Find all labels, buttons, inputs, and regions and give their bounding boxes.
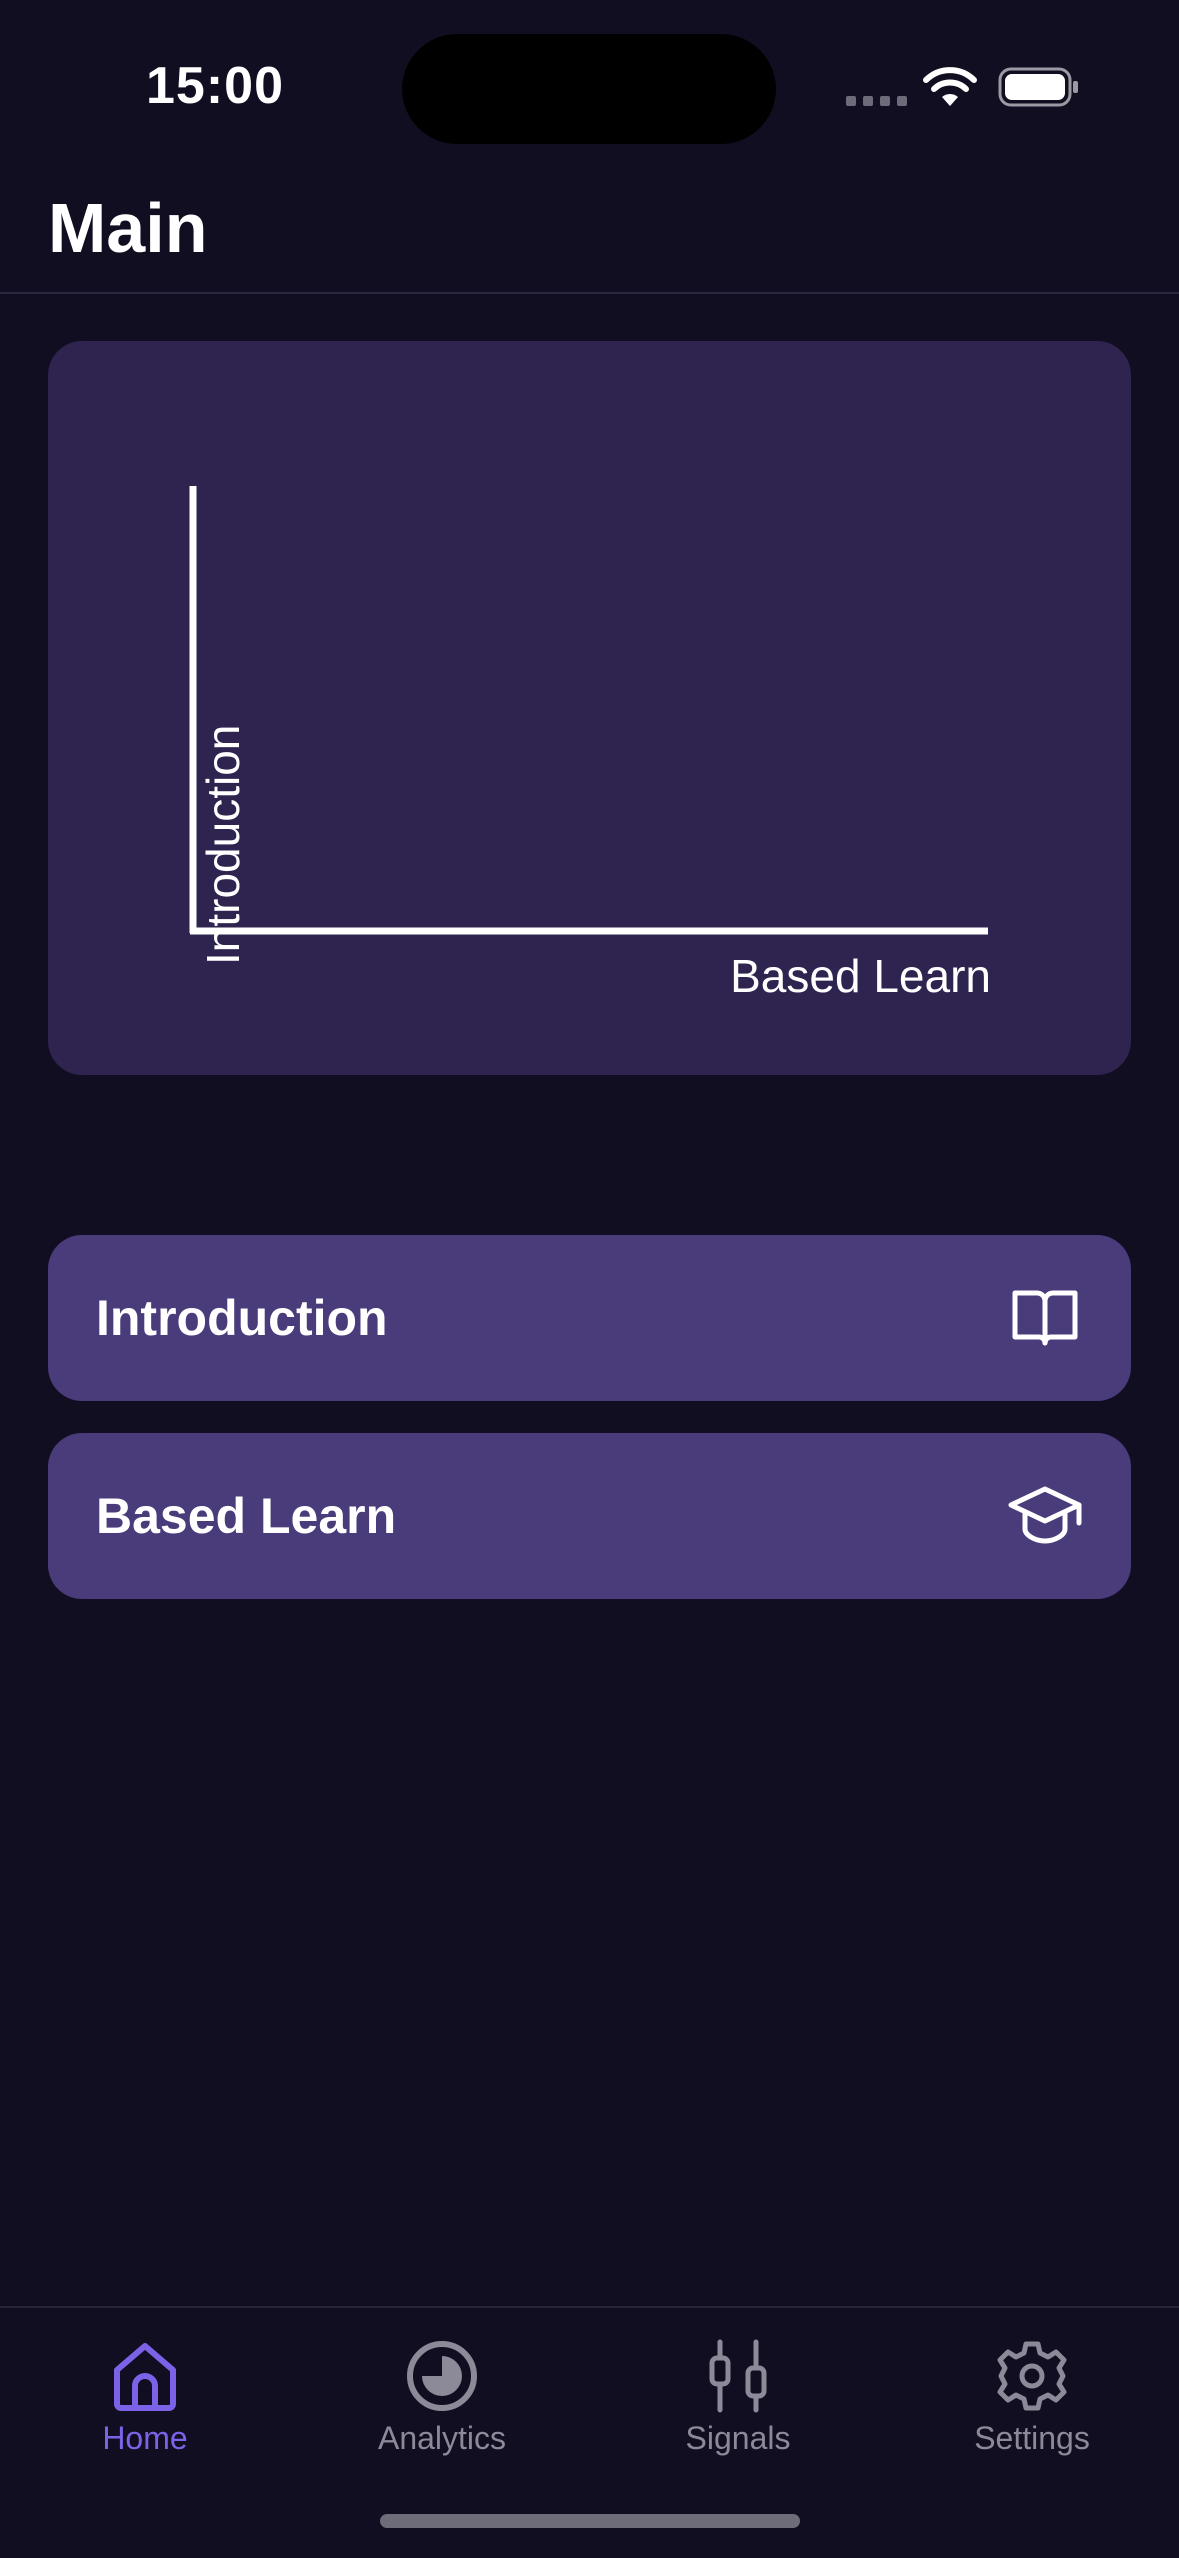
book-icon <box>1012 1290 1078 1346</box>
cellular-signal-icon <box>846 96 907 106</box>
candlestick-icon <box>709 2339 767 2413</box>
pie-chart-icon <box>407 2341 477 2411</box>
wifi-icon <box>923 67 977 106</box>
tab-settings[interactable]: Settings <box>922 2328 1142 2478</box>
home-indicator[interactable] <box>380 2514 800 2528</box>
tab-settings-label: Settings <box>974 2420 1090 2456</box>
home-icon <box>114 2343 176 2411</box>
gear-icon <box>997 2341 1067 2411</box>
page-title: Main <box>48 189 208 267</box>
tab-signals-label: Signals <box>685 2420 791 2456</box>
dynamic-island <box>402 34 776 144</box>
tab-analytics[interactable]: Analytics <box>332 2328 552 2478</box>
introduction-button-label: Introduction <box>96 1290 388 1346</box>
tab-home-label: Home <box>102 2420 188 2456</box>
status-time: 15:00 <box>146 57 284 115</box>
based-learn-button[interactable]: Based Learn <box>48 1433 1131 1599</box>
tab-home[interactable]: Home <box>35 2328 255 2478</box>
introduction-button[interactable]: Introduction <box>48 1235 1131 1401</box>
tab-analytics-label: Analytics <box>377 2420 507 2456</box>
tab-signals[interactable]: Signals <box>628 2328 848 2478</box>
graduation-cap-icon <box>1008 1486 1082 1544</box>
chart-x-axis-label: Based Learn <box>730 950 991 1002</box>
battery-icon <box>998 67 1078 107</box>
navigation-header: Main <box>0 150 1179 294</box>
based-learn-button-label: Based Learn <box>96 1488 397 1544</box>
chart-card: Introduction Based Learn <box>48 341 1131 1075</box>
chart-y-axis-label: Introduction <box>197 724 249 965</box>
status-bar: 15:00 <box>0 0 1179 150</box>
